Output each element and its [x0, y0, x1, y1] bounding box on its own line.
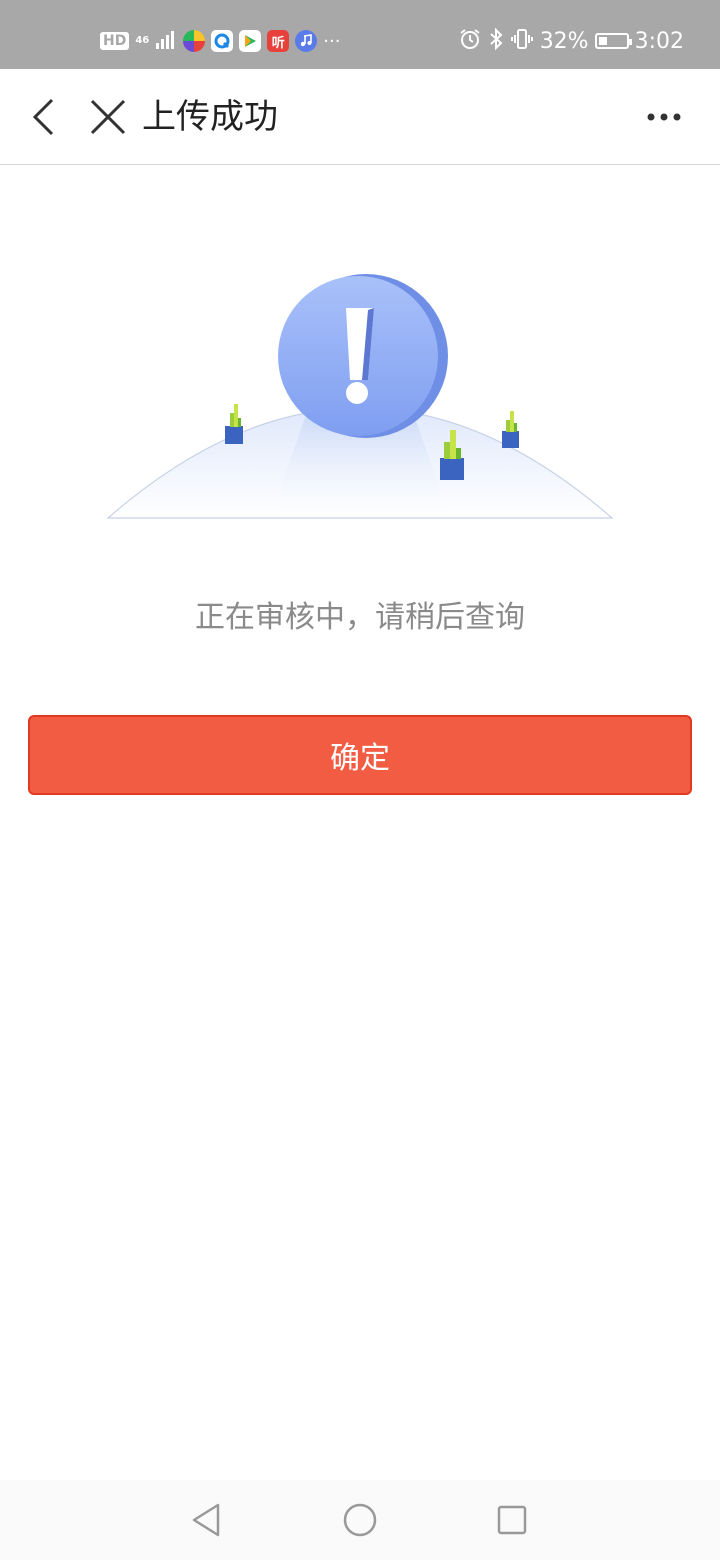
system-back-button[interactable] — [186, 1500, 226, 1540]
q-browser-icon — [211, 30, 234, 52]
plant-right — [502, 411, 519, 448]
status-left: HD 46 听 ··· — [100, 26, 340, 56]
back-arrow-icon — [32, 98, 54, 136]
system-nav-bar — [0, 1480, 720, 1560]
bluetooth-icon — [488, 27, 504, 55]
battery-level-fill — [598, 37, 607, 45]
battery-percent: 32% — [539, 28, 589, 54]
network-type-label: 46 — [135, 35, 150, 46]
system-recents-button[interactable] — [492, 1500, 532, 1540]
more-notifications-icon: ··· — [323, 30, 341, 52]
close-icon — [90, 99, 126, 135]
square-recents-icon — [497, 1505, 527, 1535]
alarm-icon — [458, 27, 482, 55]
status-right: 32% 3:02 — [458, 26, 684, 56]
video-play-icon — [239, 30, 262, 52]
tingting-app-icon: 听 — [267, 30, 290, 52]
vibrate-icon — [510, 27, 534, 55]
signal-icon — [155, 29, 177, 53]
plant-left — [225, 404, 243, 444]
hd-icon: HD — [100, 32, 130, 50]
triangle-back-icon — [192, 1503, 220, 1537]
review-status-message: 正在审核中，请稍后查询 — [195, 600, 525, 635]
more-options-button[interactable] — [636, 89, 692, 145]
pending-review-illustration — [106, 274, 614, 519]
battery-icon — [594, 33, 632, 49]
circle-home-icon — [343, 1503, 377, 1537]
system-home-button[interactable] — [340, 1500, 380, 1540]
status-bar: HD 46 听 ··· 32% 3:02 — [0, 0, 720, 69]
nav-header: 上传成功 — [0, 69, 720, 165]
page-title: 上传成功 — [142, 97, 278, 137]
back-button[interactable] — [16, 89, 72, 145]
close-button[interactable] — [80, 89, 136, 145]
music-note-icon — [295, 30, 318, 52]
more-dots-icon — [647, 113, 681, 121]
clock-time: 3:02 — [634, 28, 684, 54]
colorful-circle-icon — [183, 30, 206, 52]
battery-cap — [628, 39, 632, 45]
confirm-button[interactable]: 确定 — [28, 715, 692, 795]
